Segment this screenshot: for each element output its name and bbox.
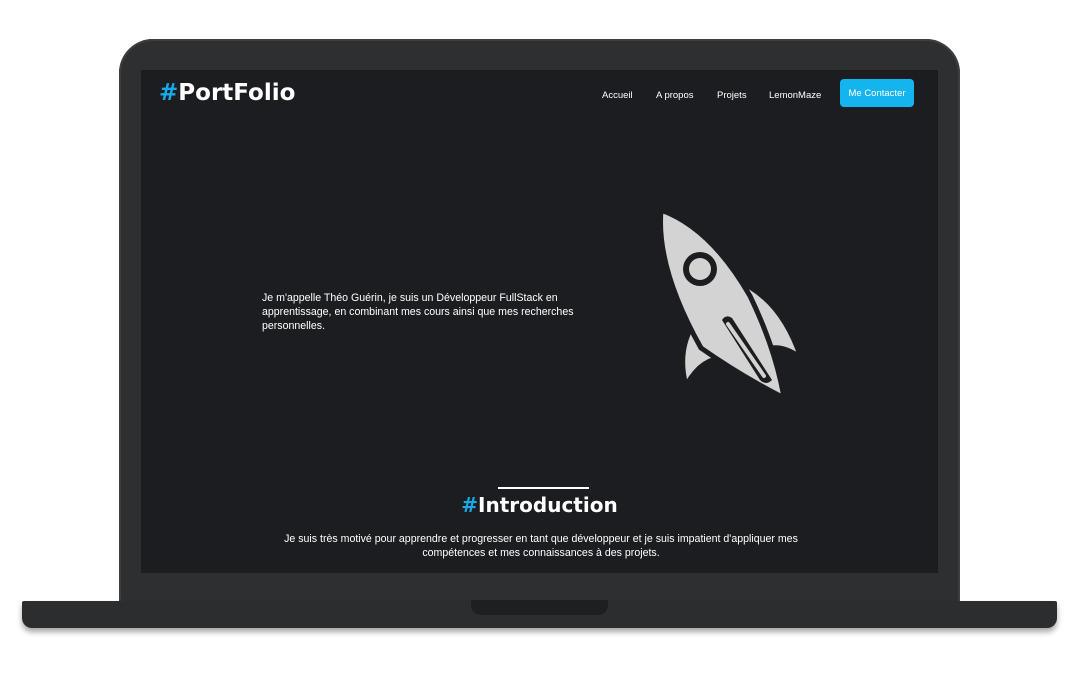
hero-intro-text: Je m'appelle Théo Guérin, je suis un Dév… bbox=[262, 292, 574, 332]
logo-text: PortFolio bbox=[178, 80, 296, 106]
intro-title-text: Introduction bbox=[478, 493, 618, 517]
intro-title-hash: # bbox=[461, 493, 479, 517]
nav-accueil[interactable]: Accueil bbox=[602, 90, 633, 101]
nav-lemonmaze[interactable]: LemonMaze bbox=[769, 90, 821, 101]
nav-projets[interactable]: Projets bbox=[717, 90, 747, 101]
section-divider bbox=[498, 487, 589, 489]
nav-a-propos[interactable]: A propos bbox=[656, 90, 694, 101]
contact-button[interactable]: Me Contacter bbox=[840, 79, 914, 107]
intro-text: Je suis très motivé pour apprendre et pr… bbox=[284, 533, 798, 559]
logo-hash: # bbox=[159, 80, 179, 106]
rocket-icon bbox=[658, 208, 804, 401]
site-logo[interactable]: #PortFolio bbox=[159, 80, 295, 106]
laptop-screen: #PortFolio Accueil A propos Projets Lemo… bbox=[141, 70, 938, 573]
laptop-notch bbox=[471, 600, 608, 615]
intro-title: #Introduction bbox=[141, 493, 938, 517]
